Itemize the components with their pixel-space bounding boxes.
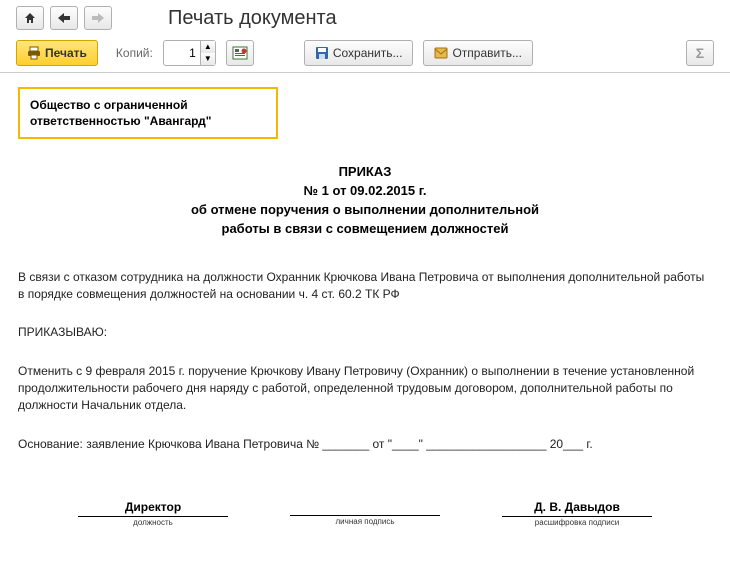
- print-button-label: Печать: [45, 46, 87, 60]
- copies-up[interactable]: ▲: [201, 41, 215, 53]
- organization-box: Общество с ограниченной ответственностью…: [18, 87, 278, 139]
- paragraph-3: Отменить с 9 февраля 2015 г. поручение К…: [18, 363, 712, 413]
- sig-personal-value: [290, 500, 440, 516]
- document-body: В связи с отказом сотрудника на должност…: [18, 269, 712, 453]
- copies-down[interactable]: ▼: [201, 53, 215, 65]
- preview-button[interactable]: [226, 40, 254, 66]
- save-icon: [315, 46, 329, 60]
- send-button[interactable]: Отправить...: [423, 40, 533, 66]
- org-line2: ответственностью "Авангард": [30, 114, 212, 128]
- sig-name-value: Д. В. Давыдов: [502, 500, 652, 517]
- paragraph-4: Основание: заявление Крючкова Ивана Петр…: [18, 436, 712, 453]
- topbar: Печать документа: [0, 0, 730, 34]
- send-icon: [434, 47, 448, 59]
- forward-button[interactable]: [84, 6, 112, 30]
- sig-name-label: расшифровка подписи: [502, 518, 652, 527]
- doc-subject-1: об отмене поручения о выполнении дополни…: [18, 201, 712, 220]
- sig-personal-label: личная подпись: [290, 517, 440, 526]
- copies-spinner[interactable]: ▲ ▼: [163, 40, 216, 66]
- save-button[interactable]: Сохранить...: [304, 40, 414, 66]
- document-preview: Общество с ограниченной ответственностью…: [0, 73, 730, 527]
- signature-personal: личная подпись: [290, 500, 440, 527]
- doc-subject-2: работы в связи с совмещением должностей: [18, 220, 712, 239]
- sig-position-value: Директор: [78, 500, 228, 517]
- signature-position: Директор должность: [78, 500, 228, 527]
- sum-button[interactable]: Σ: [686, 40, 714, 66]
- sig-position-label: должность: [78, 518, 228, 527]
- paragraph-1: В связи с отказом сотрудника на должност…: [18, 269, 712, 303]
- send-button-label: Отправить...: [452, 46, 522, 60]
- doc-number: № 1 от 09.02.2015 г.: [18, 182, 712, 201]
- sigma-icon: Σ: [696, 45, 704, 61]
- back-button[interactable]: [50, 6, 78, 30]
- copies-label: Копий:: [116, 46, 153, 60]
- print-icon: [27, 46, 41, 60]
- signature-name: Д. В. Давыдов расшифровка подписи: [502, 500, 652, 527]
- paragraph-2: ПРИКАЗЫВАЮ:: [18, 324, 712, 341]
- document-header: ПРИКАЗ № 1 от 09.02.2015 г. об отмене по…: [18, 163, 712, 238]
- page-title: Печать документа: [168, 7, 337, 30]
- toolbar: Печать Копий: ▲ ▼ Сохранить... Отправить…: [0, 34, 730, 73]
- doc-title: ПРИКАЗ: [18, 163, 712, 182]
- preview-icon: [232, 46, 248, 60]
- home-button[interactable]: [16, 6, 44, 30]
- save-button-label: Сохранить...: [333, 46, 403, 60]
- print-button[interactable]: Печать: [16, 40, 98, 66]
- org-line1: Общество с ограниченной: [30, 98, 188, 112]
- copies-input[interactable]: [164, 46, 200, 60]
- signature-row: Директор должность личная подпись Д. В. …: [18, 500, 712, 527]
